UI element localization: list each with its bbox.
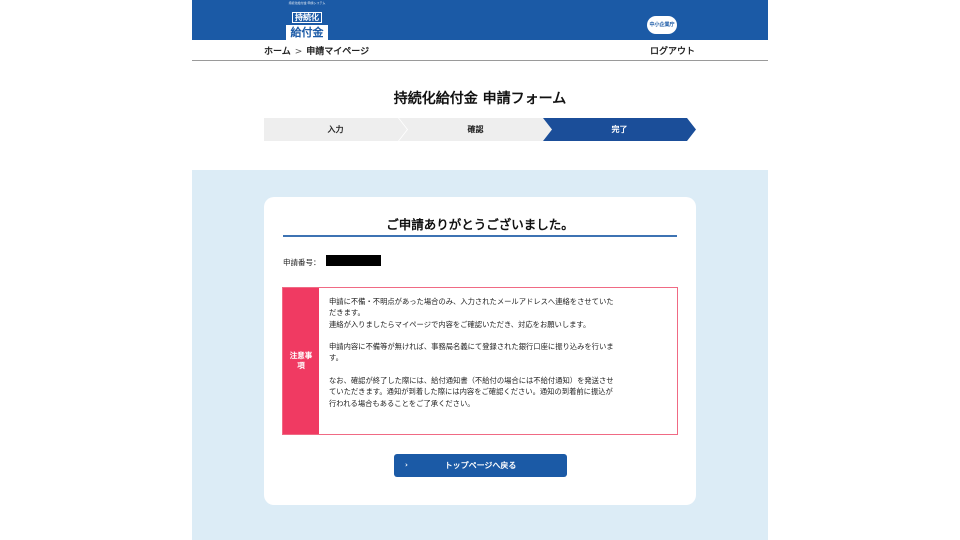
application-number-redacted bbox=[326, 255, 381, 266]
logo-top-text: 持続化給付金 申請システム bbox=[288, 1, 326, 5]
step-input: 入力 bbox=[264, 118, 407, 141]
notice-line: 連絡が入りましたらマイページで内容をご確認いただき、対応をお願いします。 bbox=[329, 319, 591, 329]
notice-gap bbox=[329, 364, 673, 375]
notice-line: 行われる場合もあることをご了承ください。 bbox=[329, 398, 475, 408]
notice-line: 申請内容に不備等が無ければ、事務局名義にて登録された銀行口座に振り込みを行いま bbox=[329, 342, 614, 352]
logo-line2: 給付金 bbox=[286, 25, 328, 40]
notice-label-text: 注意事項 bbox=[289, 351, 313, 370]
notice-line: す。 bbox=[329, 353, 343, 363]
breadcrumb-separator: > bbox=[294, 47, 303, 57]
notice-label: 注意事項 bbox=[283, 288, 319, 434]
page-title: 持続化給付金 申請フォーム bbox=[393, 91, 567, 107]
progress-steps: 入力 確認 完了 bbox=[264, 118, 696, 141]
notice-box: 注意事項 申請に不備・不明点があった場合のみ、入力されたメールアドレスへ連絡をさ… bbox=[282, 287, 678, 435]
logout-link[interactable]: ログアウト bbox=[650, 44, 695, 57]
notice-line: 申請に不備・不明点があった場合のみ、入力されたメールアドレスへ連絡をさせていた bbox=[329, 297, 614, 306]
application-number-label: 申請番号： bbox=[283, 258, 321, 267]
site-header: 持続化給付金 申請システム 持続化 給付金 JIZOKUKA KYUFUKIN … bbox=[192, 0, 768, 44]
chevron-right-icon: › bbox=[405, 461, 408, 469]
completion-heading: ご申請ありがとうございました。 bbox=[386, 217, 574, 232]
page-frame: 持続化給付金 申請システム 持続化 給付金 JIZOKUKA KYUFUKIN … bbox=[192, 0, 768, 540]
breadcrumb-bar: ホーム > 申請マイページ ログアウト bbox=[192, 40, 768, 61]
notice-line: なお、確認が終了した際には、給付通知書（不給付の場合には不給付通知）を発送させ bbox=[329, 376, 614, 386]
step-complete: 完了 bbox=[543, 118, 696, 141]
step-confirm: 確認 bbox=[399, 118, 552, 141]
notice-body: 申請に不備・不明点があった場合のみ、入力されたメールアドレスへ連絡をさせていた … bbox=[329, 296, 673, 409]
breadcrumb-home-link[interactable]: ホーム bbox=[264, 47, 291, 57]
breadcrumb: ホーム > 申請マイページ bbox=[264, 44, 369, 57]
breadcrumb-current: 申請マイページ bbox=[306, 47, 370, 57]
notice-gap bbox=[329, 330, 673, 341]
site-logo[interactable]: 持続化給付金 申請システム 持続化 給付金 JIZOKUKA KYUFUKIN bbox=[280, 1, 334, 44]
completion-section: ご申請ありがとうございました。 申請番号： 注意事項 申請に不備・不明点があった… bbox=[192, 170, 768, 540]
back-to-top-button[interactable]: › トップページへ戻る bbox=[394, 454, 567, 477]
back-to-top-label: トップページへ戻る bbox=[444, 461, 517, 470]
completion-card: ご申請ありがとうございました。 申請番号： 注意事項 申請に不備・不明点があった… bbox=[264, 197, 696, 505]
agency-badge: 中小企業庁 bbox=[647, 16, 677, 34]
notice-line: だきます。 bbox=[329, 308, 365, 318]
logo-line1: 持続化 bbox=[292, 12, 322, 23]
notice-line: ていただきます。通知が到着した際には内容をご確認ください。通知の到着前に振込が bbox=[329, 387, 613, 397]
heading-divider bbox=[283, 235, 677, 237]
